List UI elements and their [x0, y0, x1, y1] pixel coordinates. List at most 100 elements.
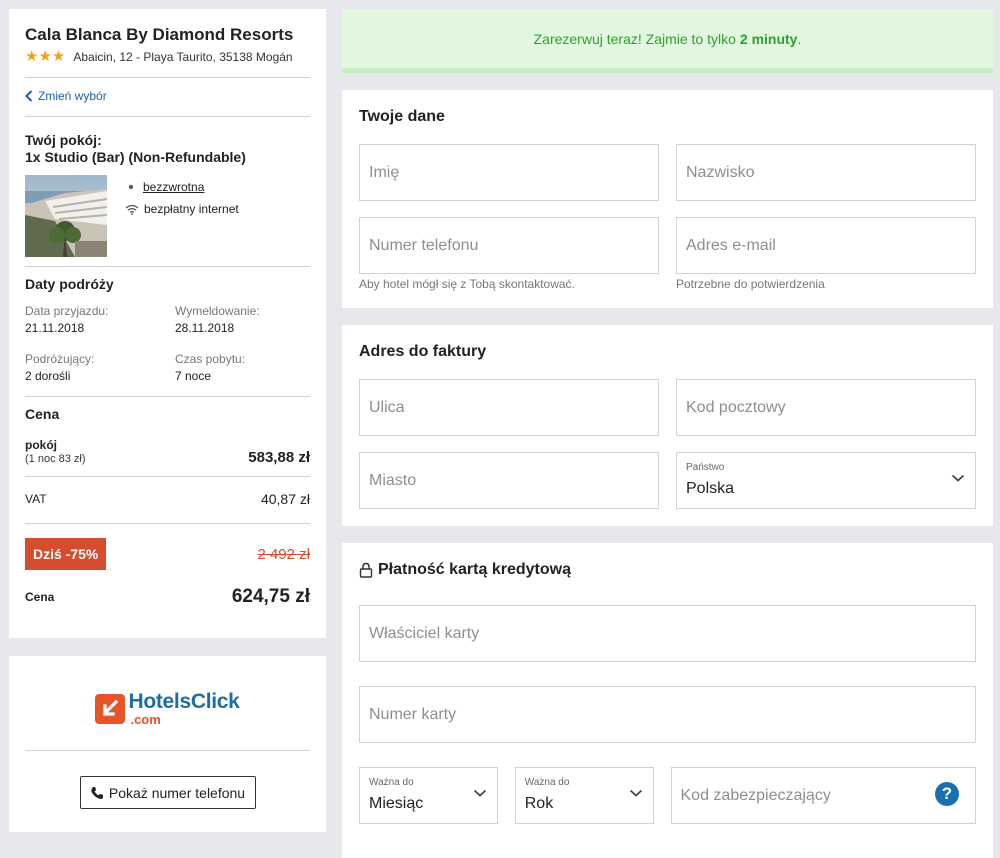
- help-icon[interactable]: ?: [935, 782, 959, 806]
- change-selection-link[interactable]: Zmień wybór: [25, 89, 310, 103]
- chevron-down-icon: [629, 789, 642, 797]
- country-select[interactable]: Państwo Polska: [676, 452, 976, 509]
- travelers-value: 2 dorośli: [25, 369, 71, 383]
- travelers-label: Podróżujący:: [25, 352, 95, 366]
- room-photo-image: [25, 175, 107, 257]
- zip-field[interactable]: Kod pocztowy: [676, 379, 976, 436]
- phone-hint: Aby hotel mógł się z Tobą skontaktować.: [359, 277, 575, 291]
- card-number-field[interactable]: Numer karty: [359, 686, 976, 743]
- billing-address-panel: Adres do faktury Ulica Kod pocztowy Mias…: [342, 325, 993, 526]
- banner-bold: 2 minuty: [739, 30, 798, 47]
- dates-title: Daty podróży: [25, 276, 114, 292]
- room-price-row: pokój (1 noc 83 zł) 583,88 zł: [25, 434, 310, 466]
- booking-form-column: Zarezerwuj teraz! Zajmie to tylko 2 minu…: [342, 9, 993, 858]
- room-photo[interactable]: [25, 175, 107, 257]
- phone-field[interactable]: Numer telefonu: [359, 217, 659, 274]
- vat-amount: 40,87 zł: [260, 491, 310, 507]
- amenity-nonrefundable[interactable]: bezzwrotna: [143, 180, 204, 194]
- divider: [25, 750, 310, 751]
- travelers-block: Podróżujący: 2 dorośli: [25, 352, 175, 384]
- first-name-placeholder: Imię: [369, 163, 400, 181]
- email-placeholder: Adres e-mail: [686, 236, 776, 254]
- email-field[interactable]: Adres e-mail: [676, 217, 976, 274]
- total-label: Cena: [25, 590, 55, 604]
- phone-icon: [91, 786, 103, 799]
- amenity-item: bezzwrotna: [125, 178, 239, 196]
- brand-card: HotelsClick .com Pokaż numer telefonu: [9, 656, 326, 832]
- total-amount: 624,75 zł: [231, 586, 310, 607]
- country-value: Polska: [686, 479, 735, 497]
- billing-title: Adres do faktury: [359, 343, 487, 360]
- divider: [25, 116, 310, 117]
- booking-summary-column: Cala Blanca By Diamond Resorts ★★★ Abaic…: [9, 9, 326, 832]
- city-field[interactable]: Miasto: [359, 452, 659, 509]
- stay-block: Czas pobytu: 7 noce: [175, 352, 315, 384]
- banner-tail: .: [797, 30, 802, 47]
- month-value: Miesiąc: [369, 794, 424, 812]
- hint-row: Aby hotel mógł się z Tobą skontaktować. …: [359, 274, 976, 291]
- email-hint: Potrzebne do potwierdzenia: [676, 277, 825, 291]
- chevron-down-icon: [473, 789, 486, 797]
- logo-arrow-icon: [95, 694, 126, 724]
- amenity-internet: bezpłatny internet: [144, 202, 239, 216]
- personal-title: Twoje dane: [359, 108, 445, 125]
- hotel-meta: ★★★ Abaicin, 12 - Playa Taurito, 35138 M…: [25, 48, 310, 65]
- last-name-field[interactable]: Nazwisko: [676, 144, 976, 201]
- lock-icon: [359, 562, 373, 578]
- city-placeholder: Miasto: [369, 471, 417, 489]
- expiry-group: Ważna do Miesiąc Ważna do Rok: [359, 767, 654, 824]
- expiry-year-select[interactable]: Ważna do Rok: [514, 767, 654, 824]
- checkout-block: Wymeldowanie: 28.11.2018: [175, 304, 315, 336]
- vat-row: VAT 40,87 zł: [25, 491, 310, 507]
- room-title-line1: Twój pokój:: [25, 132, 102, 148]
- name-row: Imię Nazwisko: [359, 144, 976, 201]
- checkin-block: Data przyjazdu: 21.11.2018: [25, 304, 175, 336]
- expiry-row: Ważna do Miesiąc Ważna do Rok Kod zabezp…: [359, 767, 976, 824]
- discount-row: Dziś -75% 2 492 zł: [25, 538, 310, 570]
- bullet-icon: [129, 185, 133, 189]
- payment-title: Płatność kartą kredytową: [378, 561, 571, 578]
- show-phone-label: Pokaż numer telefonu: [108, 784, 246, 801]
- phone-placeholder: Numer telefonu: [369, 236, 479, 254]
- show-phone-button[interactable]: Pokaż numer telefonu: [79, 776, 256, 809]
- chevron-down-icon: [951, 474, 965, 482]
- city-row: Miasto Państwo Polska: [359, 452, 976, 509]
- divider: [25, 476, 310, 477]
- cvv-field[interactable]: Kod zabezpieczający ?: [670, 767, 976, 824]
- street-row: Ulica Kod pocztowy: [359, 379, 976, 436]
- amenity-item: bezpłatny internet: [125, 200, 239, 218]
- logo-text: HotelsClick .com: [128, 691, 239, 729]
- first-name-field[interactable]: Imię: [359, 144, 659, 201]
- street-placeholder: Ulica: [369, 398, 405, 416]
- room-label: pokój: [25, 438, 57, 452]
- expiry-month-select[interactable]: Ważna do Miesiąc: [359, 767, 498, 824]
- promo-banner: Zarezerwuj teraz! Zajmie to tylko 2 minu…: [342, 9, 993, 73]
- old-price: 2 492 zł: [257, 545, 310, 563]
- cvv-placeholder: Kod zabezpieczający: [680, 786, 831, 804]
- month-label: Ważna do: [369, 776, 414, 788]
- hotel-address: Abaicin, 12 - Playa Taurito, 35138 Mogán: [73, 50, 293, 64]
- room-price-label: pokój (1 noc 83 zł): [25, 438, 86, 466]
- room-price-amount: 583,88 zł: [248, 449, 310, 466]
- star-rating-icon: ★★★: [25, 48, 66, 65]
- card-number-placeholder: Numer karty: [369, 705, 457, 723]
- checkin-label: Data przyjazdu:: [25, 304, 109, 318]
- booking-summary-card: Cala Blanca By Diamond Resorts ★★★ Abaic…: [9, 9, 326, 638]
- divider: [25, 77, 310, 78]
- hotel-name: Cala Blanca By Diamond Resorts: [25, 25, 294, 44]
- dates-grid: Data przyjazdu: 21.11.2018 Wymeldowanie:…: [25, 304, 310, 384]
- card-holder-field[interactable]: Właściciel karty: [359, 605, 976, 662]
- personal-data-panel: Twoje dane Imię Nazwisko Numer telefonu …: [342, 90, 993, 308]
- checkout-value: 28.11.2018: [175, 321, 235, 335]
- wifi-icon: [125, 204, 139, 215]
- year-value: Rok: [524, 794, 554, 812]
- room-title: Twój pokój: 1x Studio (Bar) (Non-Refunda…: [25, 132, 310, 166]
- street-field[interactable]: Ulica: [359, 379, 659, 436]
- room-title-line2: 1x Studio (Bar) (Non-Refundable): [25, 149, 246, 165]
- amenities-list: bezzwrotna bezpłatny internet: [125, 175, 239, 257]
- divider: [25, 266, 310, 267]
- checkout-label: Wymeldowanie:: [175, 304, 260, 318]
- divider: [25, 396, 310, 397]
- logo-sub-text: .com: [130, 712, 161, 727]
- divider: [25, 523, 310, 524]
